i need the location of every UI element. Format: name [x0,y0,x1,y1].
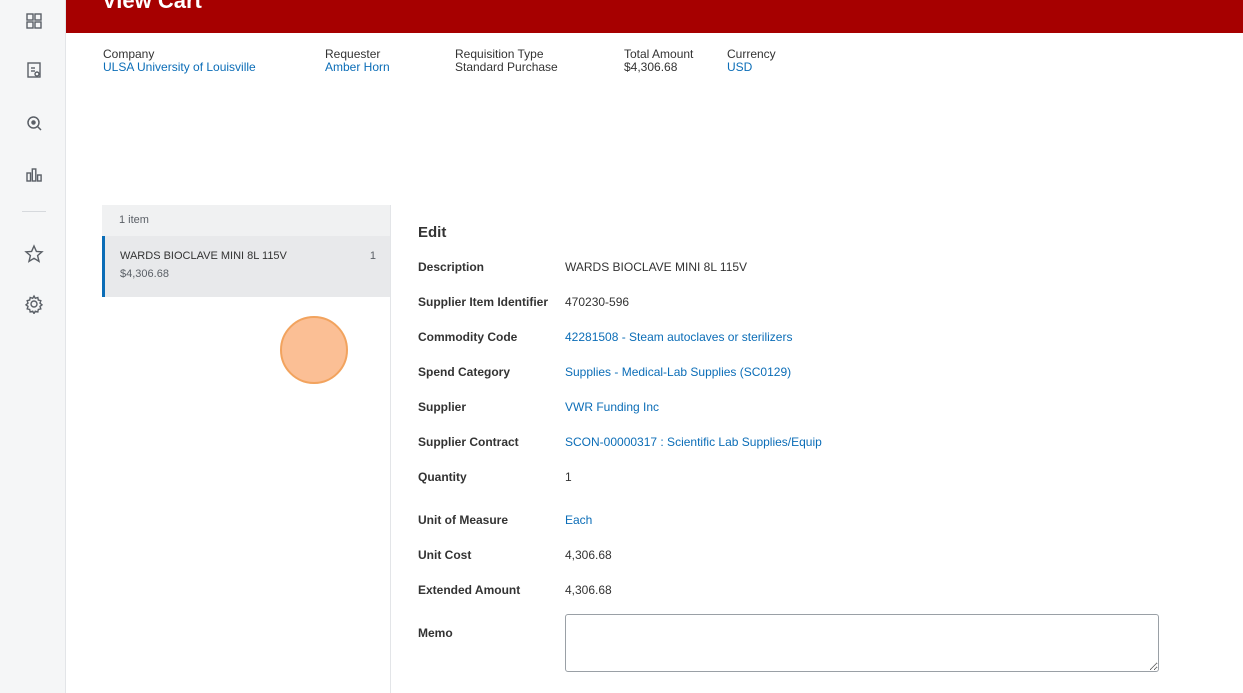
edit-heading: Edit [418,224,447,241]
supplier-link[interactable]: VWR Funding Inc [565,400,659,414]
spend-category-label: Spend Category [418,365,511,379]
touch-indicator [280,316,348,384]
quantity-value: 1 [565,470,572,484]
rail-divider [22,211,46,212]
memo-label: Memo [418,626,453,640]
supplier-item-value: 470230-596 [565,295,630,309]
description-value: WARDS BIOCLAVE MINI 8L 115V [565,260,748,274]
title-bar: View Cart [66,0,1243,33]
total-amount-field: Total Amount $4,306.68 [624,48,693,74]
supplier-label: Supplier [418,400,467,414]
supplier-contract-label: Supplier Contract [418,435,519,449]
description-label: Description [418,260,485,274]
chart-icon[interactable] [23,163,45,185]
item-name: WARDS BIOCLAVE MINI 8L 115V [120,250,287,262]
worksheet-icon[interactable] [23,59,45,81]
extended-amount-label: Extended Amount [418,583,521,597]
currency-field: Currency USD [727,48,776,74]
unit-of-measure-label: Unit of Measure [418,513,509,527]
unit-cost-value: 4,306.68 [565,548,612,562]
commodity-code-link[interactable]: 42281508 - Steam autoclaves or sterilize… [565,330,792,344]
page-title: View Cart [102,0,202,13]
company-field: Company ULSA University of Louisville [103,48,256,74]
gear-icon[interactable] [23,293,45,315]
star-icon[interactable] [23,243,45,265]
apps-grid-icon[interactable] [23,10,45,32]
list-item[interactable]: WARDS BIOCLAVE MINI 8L 115V $4,306.68 1 [102,236,390,297]
currency-link[interactable]: USD [727,61,776,74]
items-count: 1 item [102,205,390,236]
requester-field: Requester Amber Horn [325,48,390,74]
memo-textarea[interactable] [565,614,1159,672]
extended-amount-value: 4,306.68 [565,583,612,597]
requester-link[interactable]: Amber Horn [325,61,390,74]
search-icon[interactable] [23,112,45,134]
items-panel: 1 item WARDS BIOCLAVE MINI 8L 115V $4,30… [102,205,391,693]
supplier-contract-link[interactable]: SCON-00000317 : Scientific Lab Supplies/… [565,435,822,449]
requisition-type-value: Standard Purchase [455,60,558,74]
total-amount-value: $4,306.68 [624,60,678,74]
requisition-type-field: Requisition Type Standard Purchase [455,48,558,74]
spend-category-link[interactable]: Supplies - Medical-Lab Supplies (SC0129) [565,365,791,379]
quantity-label: Quantity [418,470,467,484]
item-price: $4,306.68 [120,268,169,280]
unit-cost-label: Unit Cost [418,548,472,562]
left-rail [0,0,66,693]
item-quantity: 1 [369,250,376,262]
commodity-code-label: Commodity Code [418,330,518,344]
unit-of-measure-link[interactable]: Each [565,513,592,527]
supplier-item-label: Supplier Item Identifier [418,295,549,309]
company-link[interactable]: ULSA University of Louisville [103,61,256,74]
